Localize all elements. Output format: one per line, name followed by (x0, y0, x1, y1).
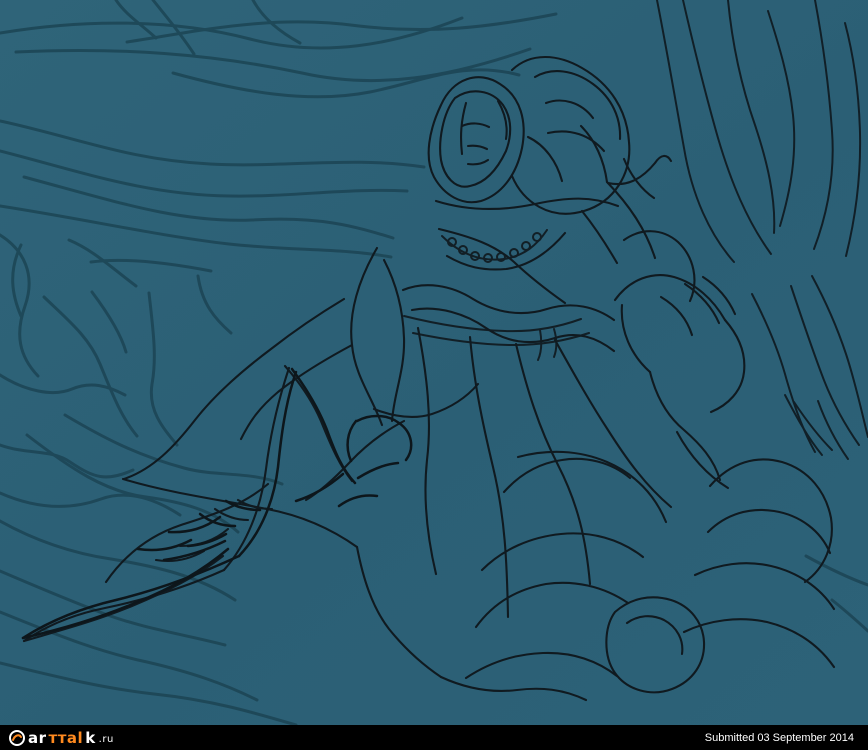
logo-mark-icon (9, 729, 25, 746)
logo-domain-suffix: .ru (98, 733, 114, 745)
artwork-page: ar ттаl k .ru Submitted 03 September 201… (0, 0, 868, 750)
logo-text-last-part: k (85, 728, 96, 747)
submission-date: Submitted 03 September 2014 (704, 731, 854, 744)
logo-text-first-part: ar (28, 728, 47, 747)
artmalk-logo[interactable]: ar ттаl k .ru (8, 729, 114, 747)
canvas-background (0, 0, 868, 725)
knight-sketch-artwork (0, 0, 868, 725)
site-footer-bar: ar ттаl k .ru Submitted 03 September 201… (0, 725, 868, 750)
logo-text-accent-part: ттаl (48, 728, 84, 747)
